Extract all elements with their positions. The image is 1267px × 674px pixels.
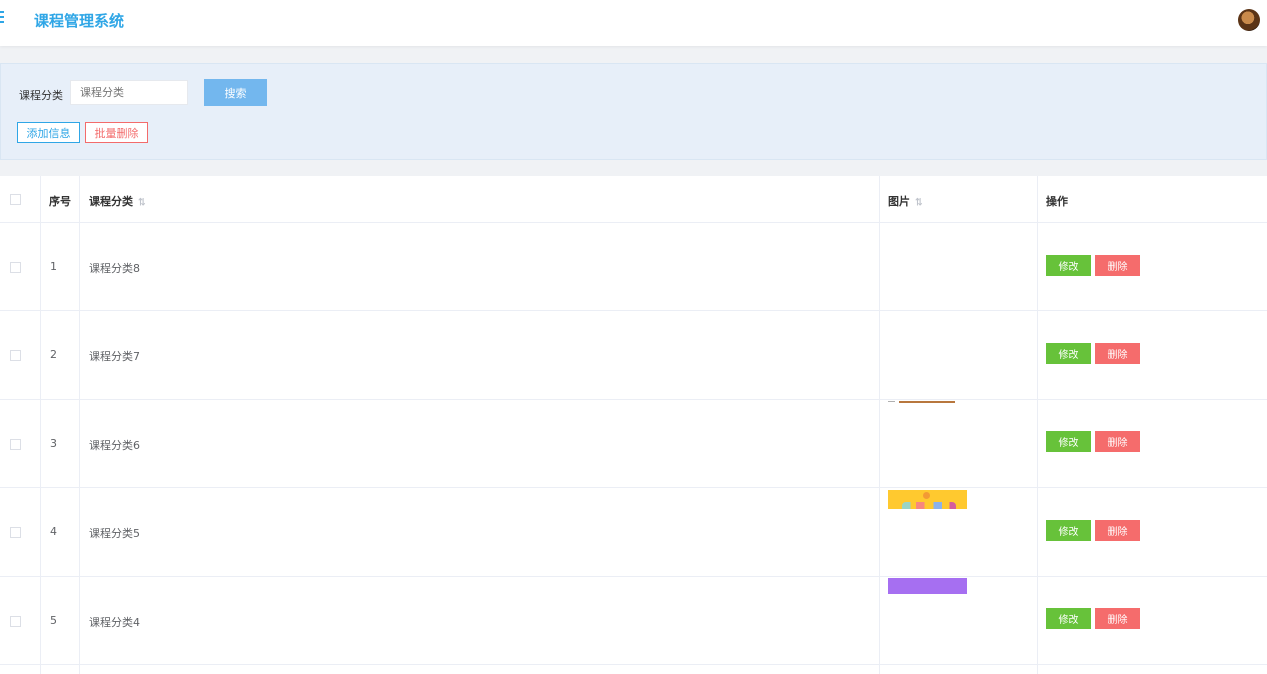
edit-button[interactable]: 修改 xyxy=(1046,608,1091,629)
add-info-button[interactable]: 添加信息 xyxy=(17,122,80,143)
sort-icon[interactable]: ⇅ xyxy=(138,197,146,209)
column-header-index: 序号 xyxy=(49,195,71,208)
edit-button[interactable]: 修改 xyxy=(1046,520,1091,541)
column-divider xyxy=(1037,176,1038,674)
batch-delete-button[interactable]: 批量删除 xyxy=(85,122,148,143)
row-index: 4 xyxy=(50,525,57,538)
edit-button[interactable]: 修改 xyxy=(1046,343,1091,364)
delete-button[interactable]: 删除 xyxy=(1095,520,1140,541)
column-header-image[interactable]: 图片 ⇅ xyxy=(888,193,923,209)
category-name: 课程分类5 xyxy=(89,527,140,540)
row-index: 2 xyxy=(50,348,57,361)
top-navigation-bar: 课程管理系统 xyxy=(0,0,1267,46)
row-divider xyxy=(0,576,1267,577)
category-name: 课程分类7 xyxy=(89,350,140,363)
category-name: 课程分类4 xyxy=(89,616,140,629)
row-checkbox[interactable] xyxy=(10,527,21,538)
column-header-image-label: 图片 xyxy=(888,195,910,208)
select-all-checkbox[interactable] xyxy=(10,194,21,205)
search-panel: 课程分类 xyxy=(0,63,1267,160)
edit-button[interactable]: 修改 xyxy=(1046,255,1091,276)
delete-button[interactable]: 删除 xyxy=(1095,431,1140,452)
course-thumbnail xyxy=(888,490,967,509)
delete-button[interactable]: 删除 xyxy=(1095,255,1140,276)
course-thumbnail xyxy=(899,401,955,403)
row-index: 5 xyxy=(50,614,57,627)
edit-button[interactable]: 修改 xyxy=(1046,431,1091,452)
delete-button[interactable]: 删除 xyxy=(1095,343,1140,364)
row-divider xyxy=(0,487,1267,488)
column-header-category[interactable]: 课程分类 ⇅ xyxy=(89,193,146,209)
delete-button[interactable]: 删除 xyxy=(1095,608,1140,629)
image-placeholder xyxy=(888,401,895,402)
row-divider xyxy=(0,664,1267,665)
course-thumbnail xyxy=(888,578,967,594)
user-avatar[interactable] xyxy=(1238,9,1260,31)
category-name: 课程分类6 xyxy=(89,439,140,452)
column-divider xyxy=(79,176,80,674)
row-checkbox[interactable] xyxy=(10,350,21,361)
category-table: 序号 课程分类 ⇅ 图片 ⇅ 操作 1 课程分类8 修改 删除 2 课程分类7 修改… xyxy=(0,176,1267,674)
row-index: 1 xyxy=(50,260,57,273)
row-checkbox[interactable] xyxy=(10,262,21,273)
row-index: 3 xyxy=(50,437,57,450)
category-name: 课程分类8 xyxy=(89,262,140,275)
app-title: 课程管理系统 xyxy=(34,12,125,30)
sort-icon[interactable]: ⇅ xyxy=(915,197,923,209)
category-search-input[interactable] xyxy=(70,80,188,105)
column-divider xyxy=(879,176,880,674)
row-divider xyxy=(0,310,1267,311)
search-label: 课程分类 xyxy=(19,89,63,102)
menu-icon[interactable] xyxy=(0,11,6,25)
column-header-category-label: 课程分类 xyxy=(89,195,133,208)
column-divider xyxy=(40,176,41,674)
row-checkbox[interactable] xyxy=(10,439,21,450)
row-divider xyxy=(0,222,1267,223)
row-checkbox[interactable] xyxy=(10,616,21,627)
search-button[interactable]: 搜索 xyxy=(204,79,267,106)
column-header-actions: 操作 xyxy=(1046,195,1068,208)
row-divider xyxy=(0,399,1267,400)
